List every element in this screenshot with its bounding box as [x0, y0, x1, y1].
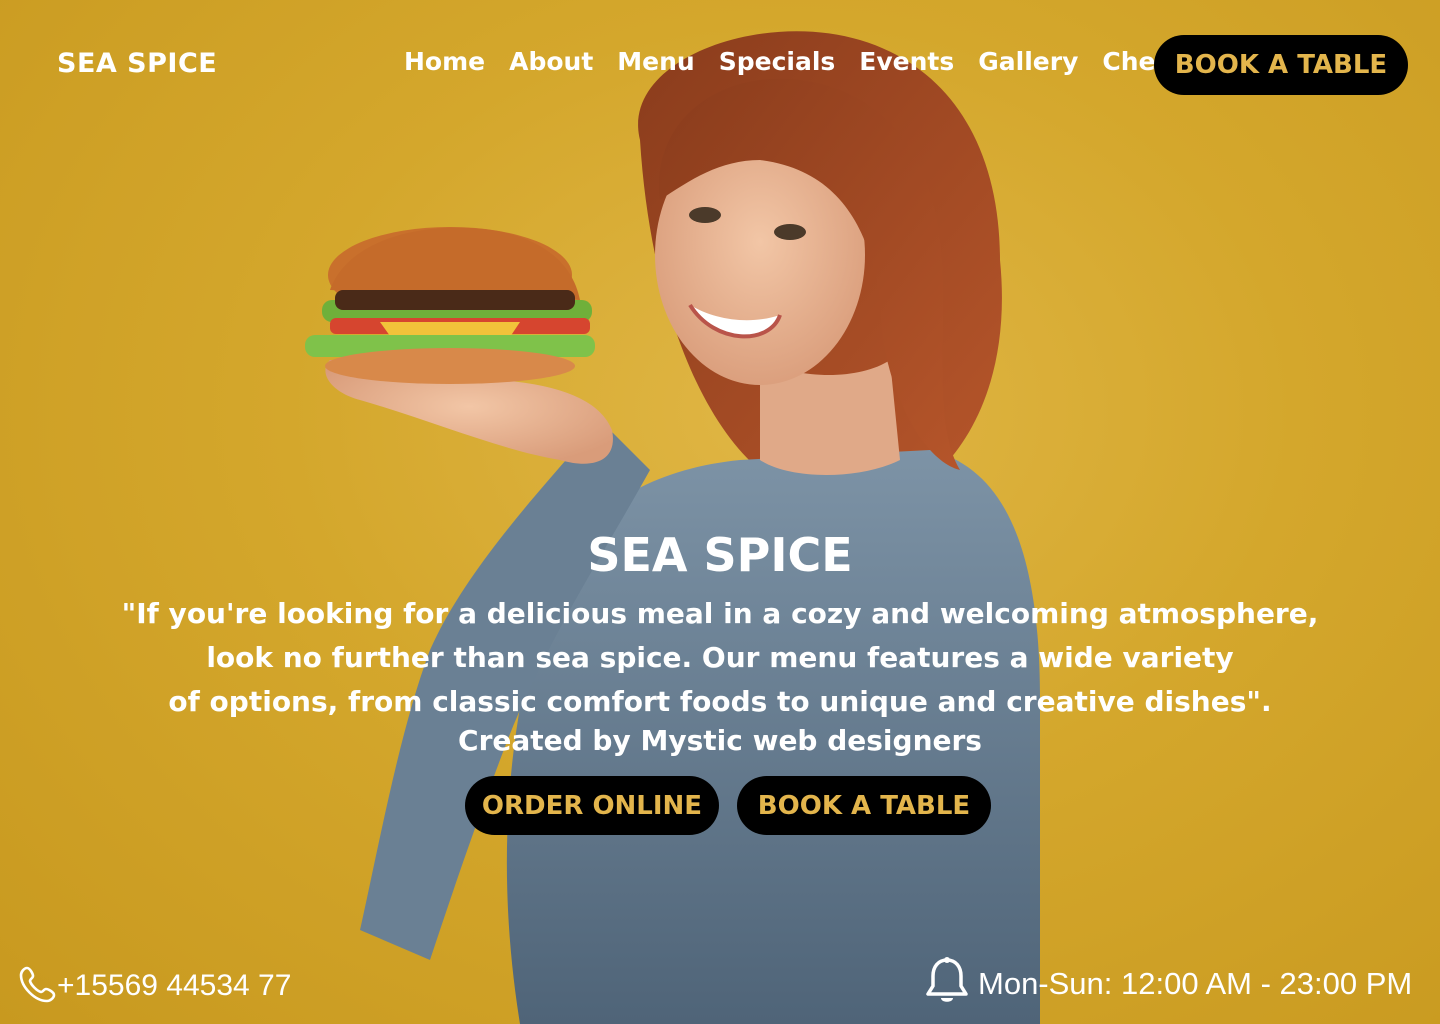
hero-background-image [0, 0, 1440, 1024]
hero-quote-line: look no further than sea spice. Our menu… [206, 641, 1234, 674]
hero-book-table-button[interactable]: BOOK A TABLE [737, 776, 991, 835]
site-logo[interactable]: SEA SPICE [57, 48, 217, 79]
phone-number: +15569 44534 77 [57, 969, 292, 1002]
header-book-table-button[interactable]: BOOK A TABLE [1154, 35, 1408, 95]
hero-credit: Created by Mystic web designers [458, 724, 982, 757]
hero-section: SEA SPICE Home About Menu Specials Event… [0, 0, 1440, 1024]
nav-specials[interactable]: Specials [719, 47, 836, 76]
phone-icon [18, 964, 58, 1008]
nav-about[interactable]: About [509, 47, 593, 76]
hero-cta-row: ORDER ONLINE BOOK A TABLE [465, 776, 991, 835]
hours-text: Mon-Sun: 12:00 AM - 23:00 PM [978, 966, 1413, 1001]
nav-home[interactable]: Home [404, 47, 485, 76]
phone-contact[interactable]: +15569 44534 77 [18, 964, 291, 1008]
nav-menu[interactable]: Menu [617, 47, 694, 76]
hero-quote-line: "If you're looking for a delicious meal … [121, 597, 1319, 630]
hero-quote: "If you're looking for a delicious meal … [120, 592, 1320, 724]
bell-icon [924, 956, 970, 1012]
hero-quote-line: of options, from classic comfort foods t… [168, 685, 1272, 718]
opening-hours: Mon-Sun: 12:00 AM - 23:00 PM [924, 956, 1412, 1012]
hero-title: SEA SPICE [587, 528, 853, 582]
main-nav: Home About Menu Specials Events Gallery … [404, 47, 1205, 76]
order-online-button[interactable]: ORDER ONLINE [465, 776, 719, 835]
nav-gallery[interactable]: Gallery [978, 47, 1078, 76]
nav-events[interactable]: Events [859, 47, 954, 76]
site-header: SEA SPICE Home About Menu Specials Event… [0, 0, 1440, 130]
